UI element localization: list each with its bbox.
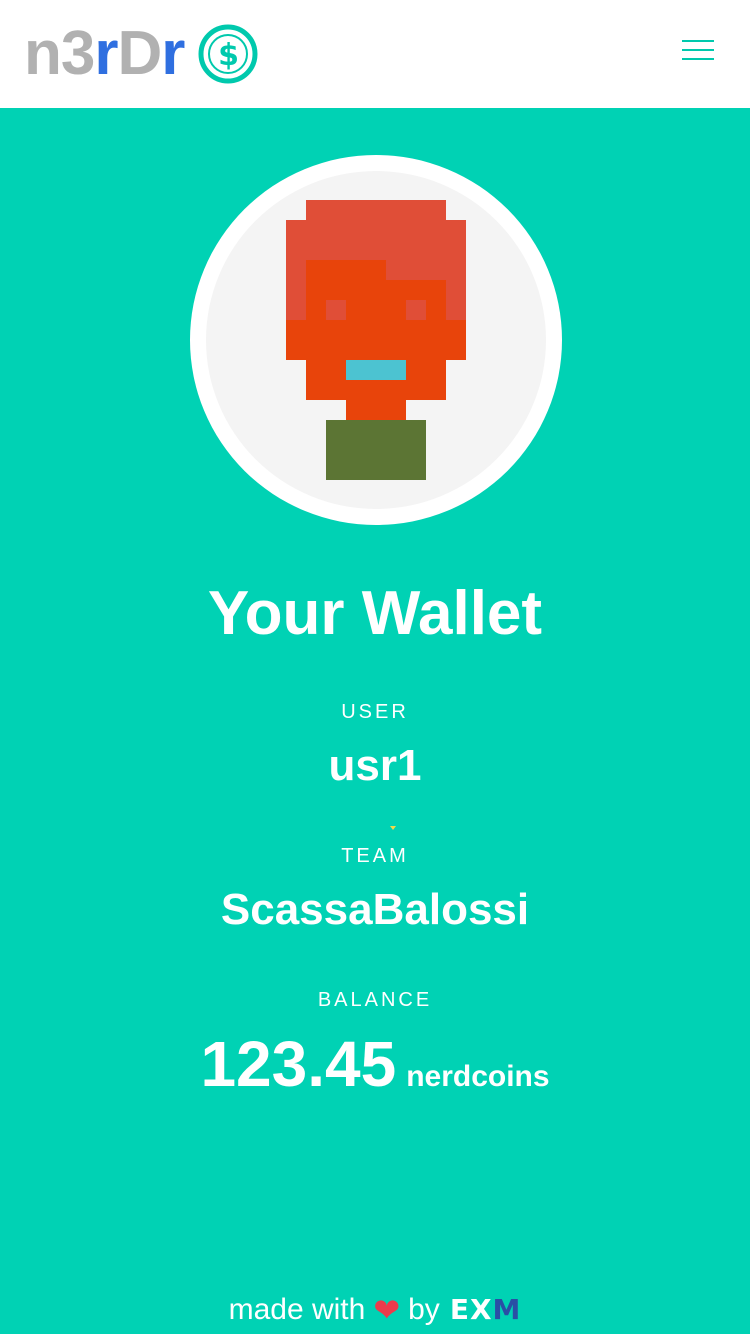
heart-icon: ❤ <box>373 1292 401 1328</box>
user-label: USER <box>341 701 409 723</box>
team-label: TEAM <box>341 845 409 867</box>
page-title: Your Wallet <box>207 579 543 648</box>
avatar <box>190 155 562 525</box>
decorative-dot <box>390 826 396 830</box>
footer-by: by <box>408 1293 440 1326</box>
logo-text-n3: n3 <box>24 19 95 88</box>
header-bar: n3 r Dr $ <box>0 0 750 108</box>
balance-amount: 123.45 <box>200 1028 397 1100</box>
user-value: usr1 <box>328 741 422 790</box>
coin-symbol: $ <box>218 38 238 73</box>
logo-text-D: D <box>117 19 163 88</box>
pixel-avatar-icon <box>286 200 466 480</box>
balance-unit: nerdcoins <box>406 1060 550 1093</box>
dollar-coin-icon: $ <box>198 24 258 84</box>
brand-text-ex: EX <box>449 1293 493 1326</box>
footer-made-with: made with <box>228 1293 366 1326</box>
footer: made with ❤ by EXM <box>0 1290 750 1330</box>
balance-row: 123.45 nerdcoins <box>0 1028 750 1118</box>
app-logo[interactable]: n3 r Dr $ <box>24 18 258 90</box>
team-value: ScassaBalossi <box>220 885 530 934</box>
exm-brand-logo[interactable]: EXM <box>450 1290 522 1330</box>
logo-text-r2: r <box>161 19 185 88</box>
brand-text-m: M <box>492 1293 522 1326</box>
balance-label: BALANCE <box>317 989 433 1011</box>
logo-text-r: r <box>94 19 118 88</box>
hamburger-menu-icon[interactable] <box>682 36 714 64</box>
